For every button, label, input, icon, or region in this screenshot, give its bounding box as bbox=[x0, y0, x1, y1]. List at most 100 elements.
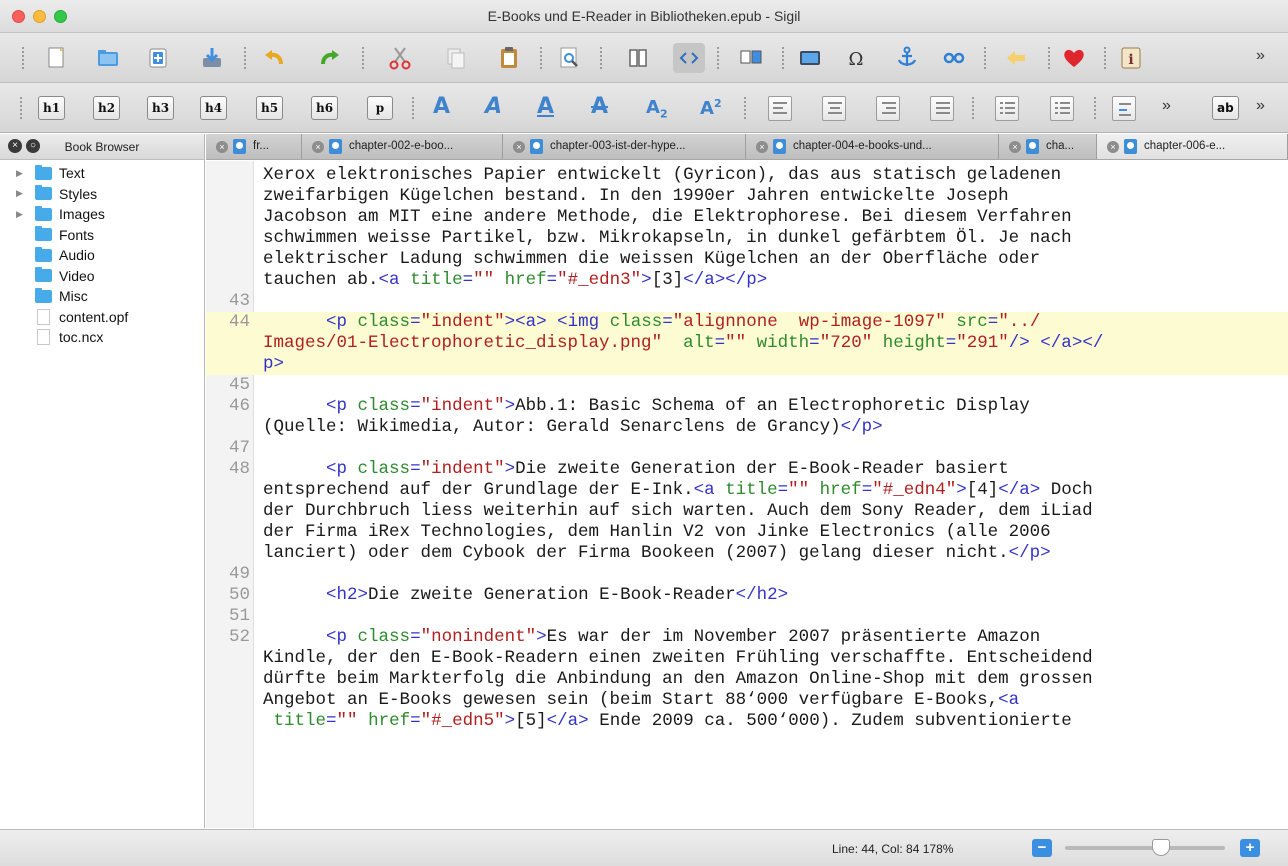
align-left-icon[interactable] bbox=[768, 96, 792, 121]
superscript-button[interactable]: A2 bbox=[700, 97, 722, 119]
align-right-icon[interactable] bbox=[876, 96, 900, 121]
book-view-icon[interactable] bbox=[622, 43, 654, 73]
code-line[interactable]: tauchen ab.<a title="" href="#_edn3">[3]… bbox=[206, 270, 1288, 291]
paragraph-button[interactable]: p bbox=[367, 96, 393, 120]
heading-3-button[interactable]: h3 bbox=[147, 96, 175, 120]
code-line[interactable]: 51 bbox=[206, 606, 1288, 627]
numbered-list-icon[interactable] bbox=[1050, 96, 1074, 121]
code-line[interactable]: (Quelle: Wikimedia, Autor: Gerald Senarc… bbox=[206, 417, 1288, 438]
code-line[interactable]: 45 bbox=[206, 375, 1288, 396]
anchor-icon[interactable] bbox=[891, 43, 923, 73]
expand-triangle-icon[interactable]: ▶ bbox=[16, 209, 23, 220]
code-line[interactable]: Jacobson am MIT eine andere Methode, die… bbox=[206, 207, 1288, 228]
tree-item-content-opf[interactable]: content.opf bbox=[0, 307, 204, 328]
code-line[interactable]: dürfte beim Markterfolg die Anbindung an… bbox=[206, 669, 1288, 690]
close-tab-icon[interactable]: × bbox=[1009, 141, 1021, 153]
toolbar-overflow-button-2[interactable]: » bbox=[1256, 97, 1265, 115]
link-icon[interactable] bbox=[938, 43, 970, 73]
format-toolbar-overflow-button[interactable]: » bbox=[1162, 97, 1171, 115]
editor-tab[interactable]: × chapter-002-e-boo... bbox=[302, 134, 503, 159]
align-justify-icon[interactable] bbox=[930, 96, 954, 121]
cut-icon[interactable] bbox=[384, 43, 416, 73]
heading-4-button[interactable]: h4 bbox=[200, 96, 228, 120]
align-center-icon[interactable] bbox=[822, 96, 846, 121]
insert-image-icon[interactable] bbox=[794, 43, 826, 73]
editor-tab[interactable]: × chapter-004-e-books-und... bbox=[746, 134, 999, 159]
code-line[interactable]: 52 <p class="nonindent">Es war der im No… bbox=[206, 627, 1288, 648]
code-line[interactable]: 43 bbox=[206, 291, 1288, 312]
close-tab-icon[interactable]: × bbox=[312, 141, 324, 153]
tree-item-audio[interactable]: Audio bbox=[0, 245, 204, 266]
code-line[interactable]: Kindle, der den E-Book-Readern einen zwe… bbox=[206, 648, 1288, 669]
code-line[interactable]: 50 <h2>Die zweite Generation E-Book-Read… bbox=[206, 585, 1288, 606]
code-line[interactable]: Xerox elektronisches Papier entwickelt (… bbox=[206, 165, 1288, 186]
underline-button[interactable]: A bbox=[537, 94, 554, 119]
tree-item-styles[interactable]: ▶ Styles bbox=[0, 184, 204, 205]
heart-icon[interactable] bbox=[1058, 43, 1090, 73]
tree-item-video[interactable]: Video bbox=[0, 266, 204, 287]
zoom-out-button[interactable]: − bbox=[1032, 839, 1052, 857]
strikethrough-button[interactable]: A bbox=[591, 94, 608, 119]
metadata-icon[interactable]: i bbox=[1115, 43, 1147, 73]
code-line[interactable]: title="" href="#_edn5">[5]</a> Ende 2009… bbox=[206, 711, 1288, 732]
code-line[interactable]: 49 bbox=[206, 564, 1288, 585]
paste-icon[interactable] bbox=[493, 43, 525, 73]
close-tab-icon[interactable]: × bbox=[513, 141, 525, 153]
italic-button[interactable]: A bbox=[485, 94, 502, 119]
tree-item-misc[interactable]: Misc bbox=[0, 286, 204, 307]
copy-icon[interactable] bbox=[440, 43, 472, 73]
close-tab-icon[interactable]: × bbox=[756, 141, 768, 153]
heading-6-button[interactable]: h6 bbox=[311, 96, 339, 120]
back-arrow-icon[interactable] bbox=[1000, 43, 1032, 73]
new-file-icon[interactable] bbox=[40, 43, 72, 73]
code-view-icon[interactable] bbox=[673, 43, 705, 73]
code-line[interactable]: der Durchbruch liess weiterhin auf sich … bbox=[206, 501, 1288, 522]
code-line[interactable]: Angebot an E-Books gewesen sein (beim St… bbox=[206, 690, 1288, 711]
heading-5-button[interactable]: h5 bbox=[256, 96, 284, 120]
special-character-icon[interactable]: Ω bbox=[840, 43, 872, 73]
tree-item-toc-ncx[interactable]: toc.ncx bbox=[0, 327, 204, 348]
add-file-icon[interactable] bbox=[142, 43, 174, 73]
close-tab-icon[interactable]: × bbox=[1107, 141, 1119, 153]
bullet-list-icon[interactable] bbox=[995, 96, 1019, 121]
code-line[interactable]: zweifarbigen Kügelchen bestand. In den 1… bbox=[206, 186, 1288, 207]
code-line[interactable]: 46 <p class="indent">Abb.1: Basic Schema… bbox=[206, 396, 1288, 417]
redo-icon[interactable] bbox=[314, 43, 346, 73]
code-line[interactable]: Images/01-Electrophoretic_display.png" a… bbox=[206, 332, 1288, 354]
expand-triangle-icon[interactable]: ▶ bbox=[16, 188, 23, 199]
editor-tab[interactable]: × fr... bbox=[206, 134, 302, 159]
split-view-icon[interactable] bbox=[735, 43, 767, 73]
tree-item-images[interactable]: ▶ Images bbox=[0, 204, 204, 225]
zoom-slider[interactable] bbox=[1065, 839, 1225, 856]
code-line[interactable]: 48 <p class="indent">Die zweite Generati… bbox=[206, 459, 1288, 480]
find-replace-icon[interactable] bbox=[554, 43, 586, 73]
heading-1-button[interactable]: h1 bbox=[38, 96, 66, 120]
zoom-slider-handle[interactable] bbox=[1152, 839, 1170, 856]
decrease-indent-icon[interactable] bbox=[1112, 96, 1136, 121]
code-line[interactable]: elektrischer Ladung schwimmen die weisse… bbox=[206, 249, 1288, 270]
zoom-in-button[interactable]: + bbox=[1240, 839, 1260, 857]
heading-2-button[interactable]: h2 bbox=[93, 96, 121, 120]
expand-triangle-icon[interactable]: ▶ bbox=[16, 168, 23, 179]
subscript-button[interactable]: A2 bbox=[646, 97, 668, 121]
editor-tab[interactable]: × cha... bbox=[999, 134, 1097, 159]
code-line[interactable]: der Firma iRex Technologies, dem Hanlin … bbox=[206, 522, 1288, 543]
close-tab-icon[interactable]: × bbox=[216, 141, 228, 153]
code-line[interactable]: 47 bbox=[206, 438, 1288, 459]
tree-item-fonts[interactable]: Fonts bbox=[0, 225, 204, 246]
editor-tab[interactable]: × chapter-003-ist-der-hype... bbox=[503, 134, 746, 159]
code-line[interactable]: schwimmen weisse Partikel, bzw. Mikrokap… bbox=[206, 228, 1288, 249]
editor-tab[interactable]: × chapter-006-e... bbox=[1097, 134, 1288, 159]
tree-item-text[interactable]: ▶ Text bbox=[0, 163, 204, 184]
save-icon[interactable] bbox=[196, 43, 228, 73]
code-line[interactable]: 44 <p class="indent"><a> <img class="ali… bbox=[206, 311, 1288, 333]
toolbar-overflow-button[interactable]: » bbox=[1256, 47, 1265, 65]
case-button[interactable]: ab bbox=[1212, 96, 1239, 120]
bold-button[interactable]: A bbox=[433, 94, 450, 119]
undo-icon[interactable] bbox=[258, 43, 290, 73]
open-folder-icon[interactable] bbox=[92, 43, 124, 73]
code-line[interactable]: p> bbox=[206, 353, 1288, 375]
code-line[interactable]: entsprechend auf der Grundlage der E-Ink… bbox=[206, 480, 1288, 501]
code-editor[interactable]: Xerox elektronisches Papier entwickelt (… bbox=[206, 161, 1288, 828]
code-line[interactable]: lanciert) oder dem Cybook der Firma Book… bbox=[206, 543, 1288, 564]
